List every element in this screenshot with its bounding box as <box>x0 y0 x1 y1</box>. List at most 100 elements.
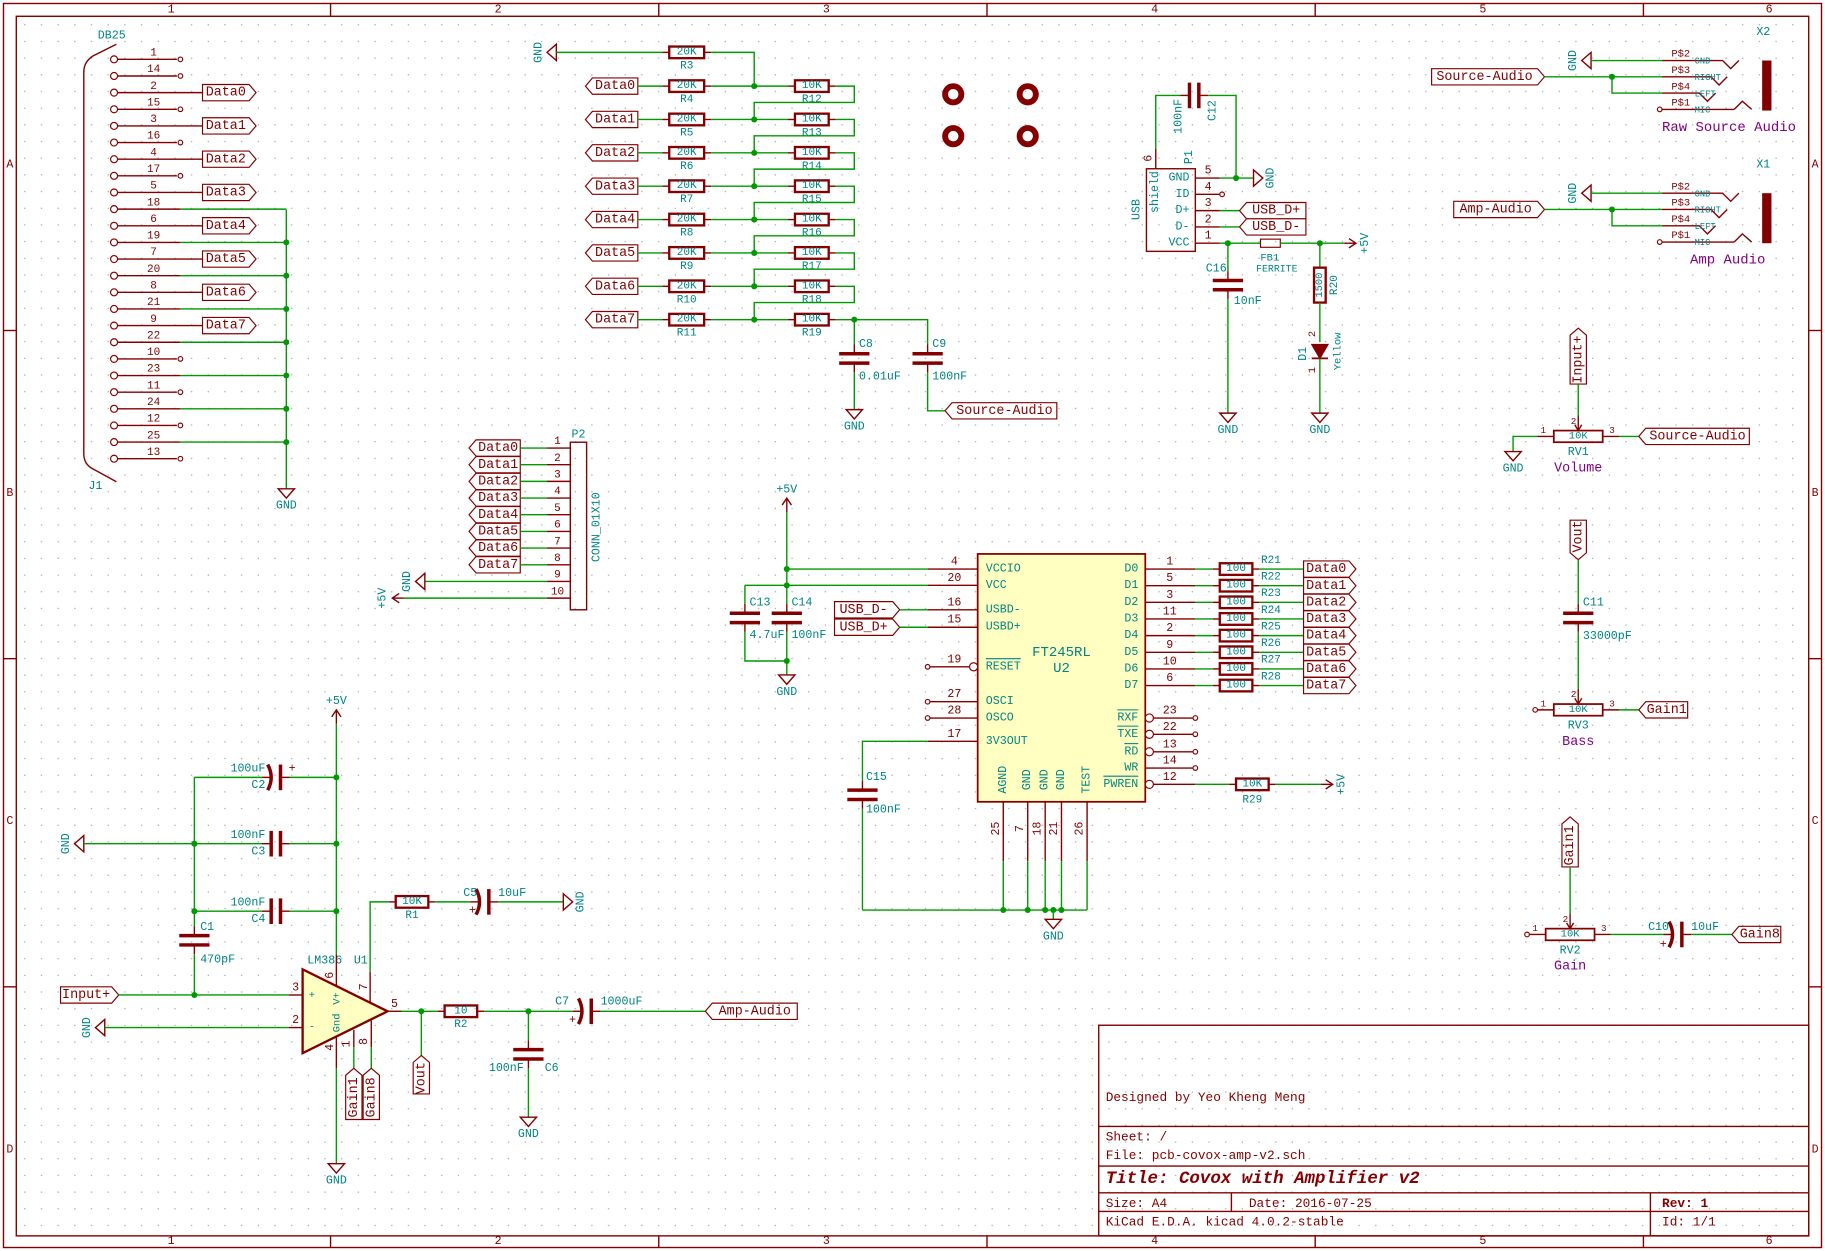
schematic-sheet: 112233445566A AB BC CD DDesigned by Yeo Khen… <box>2 2 1823 1249</box>
pin-number: 8 <box>554 553 561 565</box>
pin-number: 5 <box>1166 572 1173 585</box>
pin-name: D+ <box>1176 204 1190 217</box>
unconnected-pin-end <box>924 715 931 721</box>
resistor-ref: R6 <box>680 161 693 173</box>
pin-number: 21 <box>147 297 161 309</box>
pin-number: 7 <box>358 983 371 990</box>
audio-jack-icon <box>1762 60 1772 111</box>
c4-ref: C4 <box>251 913 265 926</box>
pin-number: 25 <box>990 822 1003 836</box>
date-text: Date: 2016-07-25 <box>1249 1196 1372 1211</box>
p2-ref: P2 <box>571 429 585 442</box>
pin-number: 10 <box>551 586 564 598</box>
net-label: Data3 <box>206 186 246 201</box>
jack-pin-fn: MIC <box>1695 238 1711 248</box>
resistor-ref: R21 <box>1261 555 1281 567</box>
pin-number: 2 <box>1571 689 1577 700</box>
unconnected-pin-end <box>177 139 184 146</box>
gnd-label: GND <box>276 500 297 513</box>
net-label: Data1 <box>595 113 635 128</box>
junction-dot <box>751 183 758 190</box>
c11-value: 33000pF <box>1583 630 1632 643</box>
gnd-label: GND <box>1567 183 1580 204</box>
pin-name: + <box>309 990 315 1002</box>
d1-ref: D1 <box>1297 347 1310 361</box>
c5-value: 10uF <box>498 887 526 900</box>
pin-number: 13 <box>1163 738 1177 751</box>
inverted-pin-icon <box>1144 779 1155 790</box>
net-label: Data7 <box>1306 679 1346 694</box>
c14-ref: C14 <box>791 596 812 609</box>
resistor-ref: R8 <box>680 228 693 240</box>
c9-value: 100nF <box>932 371 967 384</box>
resistor-ref: R26 <box>1261 638 1281 650</box>
pin-number: 21 <box>1048 822 1061 836</box>
jack-pad: P$3 <box>1671 65 1690 77</box>
net-label: Data5 <box>478 524 518 539</box>
inverted-pin-icon <box>1144 747 1155 757</box>
net-label: Source-Audio <box>1649 429 1745 444</box>
pin-number: 3 <box>554 470 561 482</box>
column-marker: 4 <box>1151 1235 1158 1248</box>
unconnected-pin-end <box>924 663 931 670</box>
column-marker: 6 <box>1766 1235 1773 1248</box>
pin-name: VCC <box>1169 237 1190 250</box>
net-label: Data4 <box>595 213 635 228</box>
c10-value: 10uF <box>1691 921 1719 934</box>
net-label: Source-Audio <box>1436 70 1532 85</box>
audio-jack-icon <box>1762 193 1772 244</box>
pin-number: 10 <box>147 347 160 359</box>
pin-name: VCC <box>986 579 1007 592</box>
pin-name: USBD+ <box>986 621 1021 634</box>
pin-name: TXE <box>1117 728 1138 741</box>
resistor-ref: R18 <box>802 294 822 306</box>
net-label: Amp-Audio <box>719 1004 791 1019</box>
pin-number: 7 <box>150 247 157 259</box>
unconnected-pin-end <box>1656 106 1663 113</box>
jack-pin-fn: RIGHT <box>1695 73 1721 83</box>
pin-name: OSCI <box>986 695 1014 708</box>
pot-name: Volume <box>1554 461 1602 476</box>
pin-number: 16 <box>947 596 961 609</box>
pin-name: ID <box>1176 188 1190 201</box>
resistor-ref: R24 <box>1261 605 1281 617</box>
pin-number: 14 <box>1163 755 1177 768</box>
gnd-label: GND <box>1503 462 1524 475</box>
unconnected-pin-end <box>1524 931 1530 938</box>
pin-name: RESET <box>986 660 1021 673</box>
column-marker: 1 <box>168 3 175 16</box>
net-label: Data4 <box>1306 629 1346 644</box>
net-label: Data0 <box>595 79 635 94</box>
pin-number: 1 <box>1541 425 1547 436</box>
resistor-ref: R9 <box>680 261 693 273</box>
net-label: Data6 <box>478 541 518 556</box>
net-label: Data6 <box>206 285 246 300</box>
resistor-ref: R23 <box>1261 588 1281 600</box>
jack-pad: P$4 <box>1671 81 1690 93</box>
resistor-value: 20K <box>677 280 697 292</box>
c12-ref: C12 <box>1206 100 1219 121</box>
gnd-label: GND <box>1309 424 1330 437</box>
pot-name: Gain <box>1554 960 1586 975</box>
pin-number: 16 <box>147 131 160 143</box>
pin-number: 1 <box>1532 923 1538 934</box>
pin-number: 6 <box>1142 155 1155 162</box>
unconnected-pin-end <box>177 172 184 179</box>
junction-dot <box>751 249 758 256</box>
pin-number: 2 <box>1166 622 1173 635</box>
resistor-ref: R10 <box>677 294 697 306</box>
power-label: +5V <box>326 695 347 708</box>
junction-dot <box>751 116 758 123</box>
unconnected-pin-end <box>924 698 931 705</box>
resistor-ref: R11 <box>677 328 697 340</box>
jack-ref: X2 <box>1756 26 1770 39</box>
resistor-value: 10K <box>1242 778 1262 790</box>
pin-number: 3 <box>150 114 157 126</box>
pin-number: 17 <box>947 728 961 741</box>
pin-name: TEST <box>1081 766 1094 794</box>
sheet-text: Sheet: / <box>1106 1129 1167 1144</box>
pin-number: 6 <box>324 972 337 979</box>
gnd-label: GND <box>532 42 545 63</box>
resistor-ref: R25 <box>1261 621 1281 633</box>
c11-ref: C11 <box>1583 596 1604 609</box>
